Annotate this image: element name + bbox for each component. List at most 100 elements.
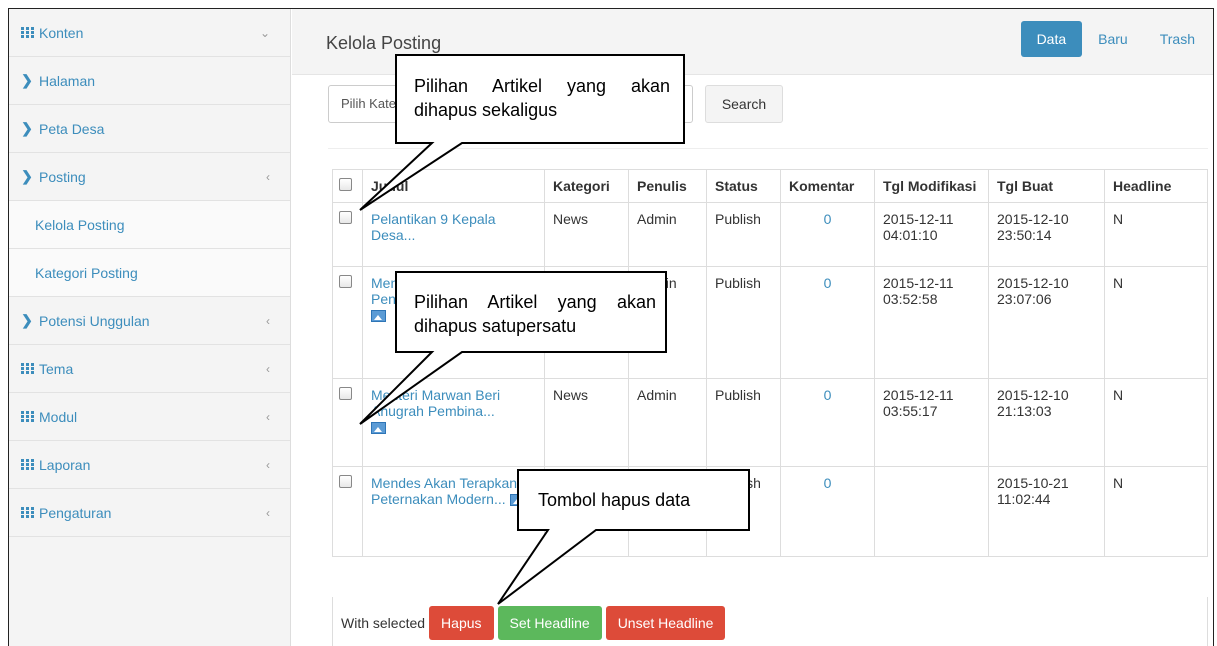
- select-all-checkbox[interactable]: [339, 178, 352, 191]
- cell-modified: [874, 466, 989, 557]
- tab-trash[interactable]: Trash: [1144, 21, 1211, 57]
- sidebar-item-label: Modul: [39, 408, 78, 425]
- grid-icon: [19, 363, 35, 374]
- content-header: Kelola Posting Data Baru Trash: [292, 9, 1213, 75]
- row-checkbox-cell: [332, 466, 363, 557]
- cell-headline: N: [1104, 202, 1208, 267]
- image-icon: [371, 310, 386, 322]
- chevron-left-icon: ‹: [266, 457, 270, 472]
- table-row: Menteri Marwan Beri Anugrah Pembina... N…: [332, 378, 1208, 467]
- chevron-left-icon: ‹: [266, 169, 270, 184]
- chevron-right-icon: ❯: [21, 312, 33, 328]
- image-icon: [371, 422, 386, 434]
- cell-comments[interactable]: 0: [780, 202, 875, 267]
- cell-status: Publish: [706, 378, 781, 467]
- chevron-down-icon: ⌄: [259, 25, 270, 40]
- row-checkbox[interactable]: [339, 275, 352, 288]
- posts-table: Judul Kategori Penulis Status Komentar T…: [332, 169, 1208, 557]
- callout-select-one-text: Pilihan Artikel yang akan dihapus satupe…: [414, 292, 656, 336]
- cell-created: 2015-12-10 21:13:03: [988, 378, 1105, 467]
- delete-button[interactable]: Hapus: [429, 605, 494, 640]
- sidebar-item-label: Posting: [39, 168, 86, 185]
- grid-icon: [19, 507, 35, 518]
- row-checkbox[interactable]: [339, 475, 352, 488]
- bulk-actions-bar: With selected Hapus Set Headline Unset H…: [332, 597, 1208, 646]
- sidebar: Konten ⌄ ❯ Halaman ❯ Peta Desa ❯ Posting…: [9, 9, 291, 646]
- sidebar-item-posting[interactable]: ❯ Posting ‹: [9, 153, 290, 201]
- header-checkbox-cell: [332, 169, 363, 203]
- sidebar-item-label: Halaman: [39, 72, 96, 89]
- cell-comments[interactable]: 0: [780, 378, 875, 467]
- table-row: Mendes Akan Terapkan Peternakan Modern..…: [332, 466, 1208, 557]
- column-header-kategori[interactable]: Kategori: [544, 169, 629, 203]
- sidebar-item-tema[interactable]: Tema ‹: [9, 345, 290, 393]
- cell-author: Admin: [628, 202, 707, 267]
- chevron-right-icon: ❯: [21, 72, 33, 88]
- cell-comments[interactable]: 0: [780, 266, 875, 379]
- callout-delete-text: Tombol hapus data: [538, 490, 691, 510]
- unset-headline-button[interactable]: Unset Headline: [605, 605, 726, 640]
- row-checkbox[interactable]: [339, 387, 352, 400]
- column-header-headline[interactable]: Headline: [1104, 169, 1208, 203]
- chevron-left-icon: ‹: [266, 505, 270, 520]
- chevron-left-icon: ‹: [266, 361, 270, 376]
- cell-author: Admin: [628, 378, 707, 467]
- chevron-right-icon: ❯: [21, 120, 33, 136]
- table-header-row: Judul Kategori Penulis Status Komentar T…: [332, 169, 1208, 203]
- sidebar-item-potensi-unggulan[interactable]: ❯ Potensi Unggulan ‹: [9, 297, 290, 345]
- search-button[interactable]: Search: [705, 85, 783, 123]
- sidebar-item-label: Kategori Posting: [35, 264, 138, 281]
- sidebar-item-label: Kelola Posting: [35, 216, 125, 233]
- post-title-link[interactable]: Menteri Marwan Beri Anugrah Pembina...: [371, 387, 500, 419]
- column-header-tgl-buat[interactable]: Tgl Buat: [988, 169, 1105, 203]
- divider: [328, 148, 1208, 149]
- sidebar-item-peta-desa[interactable]: ❯ Peta Desa: [9, 105, 290, 153]
- column-header-tgl-modifikasi[interactable]: Tgl Modifikasi: [874, 169, 989, 203]
- cell-headline: N: [1104, 378, 1208, 467]
- column-header-judul[interactable]: Judul: [362, 169, 545, 203]
- row-checkbox-cell: [332, 378, 363, 467]
- grid-icon: [19, 27, 35, 38]
- sidebar-item-laporan[interactable]: Laporan ‹: [9, 441, 290, 489]
- grid-icon: [19, 459, 35, 470]
- column-header-komentar[interactable]: Komentar: [780, 169, 875, 203]
- cell-modified: 2015-12-11 04:01:10: [874, 202, 989, 267]
- cell-headline: N: [1104, 266, 1208, 379]
- cell-category: News: [544, 378, 629, 467]
- sidebar-item-label: Peta Desa: [39, 120, 105, 137]
- tab-data[interactable]: Data: [1020, 21, 1083, 57]
- sidebar-item-kelola-posting[interactable]: Kelola Posting: [9, 201, 290, 249]
- post-title-link[interactable]: Pelantikan 9 Kepala Desa...: [371, 211, 496, 243]
- sidebar-item-konten[interactable]: Konten ⌄: [9, 9, 290, 57]
- row-checkbox-cell: [332, 202, 363, 267]
- cell-created: 2015-10-21 11:02:44: [988, 466, 1105, 557]
- cell-title: Menteri Marwan Beri Anugrah Pembina...: [362, 378, 545, 467]
- sidebar-item-label: Konten: [39, 24, 84, 41]
- table-row: Pelantikan 9 Kepala Desa... News Admin P…: [332, 202, 1208, 267]
- row-checkbox[interactable]: [339, 211, 352, 224]
- cell-status: Publish: [706, 266, 781, 379]
- sidebar-item-modul[interactable]: Modul ‹: [9, 393, 290, 441]
- cell-created: 2015-12-10 23:50:14: [988, 202, 1105, 267]
- sidebar-item-halaman[interactable]: ❯ Halaman: [9, 57, 290, 105]
- cell-modified: 2015-12-11 03:55:17: [874, 378, 989, 467]
- tab-baru[interactable]: Baru: [1082, 21, 1144, 57]
- cell-headline: N: [1104, 466, 1208, 557]
- column-header-status[interactable]: Status: [706, 169, 781, 203]
- cell-comments[interactable]: 0: [780, 466, 875, 557]
- with-selected-label: With selected: [341, 614, 426, 631]
- post-title-link[interactable]: Mendes Akan Terapkan Peternakan Modern..…: [371, 475, 517, 507]
- header-tabs: Data Baru Trash: [1020, 21, 1211, 57]
- image-icon: [509, 494, 525, 506]
- row-checkbox-cell: [332, 266, 363, 379]
- cell-category: News: [544, 202, 629, 267]
- cell-title: Mendes Akan Terapkan Peternakan Modern..…: [362, 466, 545, 557]
- page-title: Kelola Posting: [326, 33, 442, 53]
- column-header-penulis[interactable]: Penulis: [628, 169, 707, 203]
- set-headline-button[interactable]: Set Headline: [497, 605, 602, 640]
- grid-icon: [19, 411, 35, 422]
- chevron-left-icon: ‹: [266, 313, 270, 328]
- sidebar-item-kategori-posting[interactable]: Kategori Posting: [9, 249, 290, 297]
- sidebar-item-pengaturan[interactable]: Pengaturan ‹: [9, 489, 290, 537]
- sidebar-item-label: Tema: [39, 360, 74, 377]
